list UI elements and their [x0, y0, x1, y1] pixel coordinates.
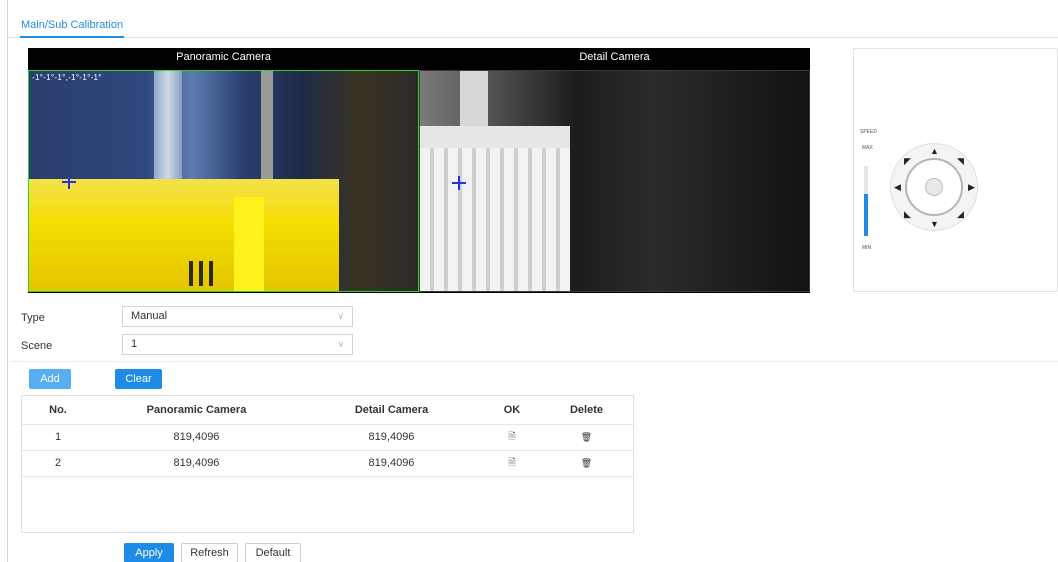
calibration-table: No. Panoramic Camera Detail Camera OK De…	[21, 395, 634, 533]
left-arrow-icon[interactable]: ◀	[894, 183, 901, 192]
trash-icon[interactable]: 🗑	[581, 432, 592, 443]
cell-panoramic-camera: 819,4096	[94, 424, 299, 451]
cell-delete: 🗑	[540, 450, 633, 477]
down-left-arrow-icon[interactable]: ◣	[904, 210, 911, 219]
right-arrow-icon[interactable]: ▶	[968, 183, 975, 192]
scene-label: Scene	[21, 340, 53, 352]
crate-slot	[199, 261, 203, 286]
table-row: 2 819,4096 819,4096 🗎 🗑	[22, 450, 633, 477]
ptz-control-panel: SPEED MAX MIN ▲ ▼ ◀ ▶ ◤ ◥ ◣ ◢	[853, 48, 1058, 292]
column-header-delete: Delete	[540, 396, 633, 425]
yellow-handle	[234, 197, 264, 291]
osd-overlay-text: -1°-1°-1°,-1°-1°-1°	[32, 73, 102, 82]
ptz-direction-pad[interactable]: ▲ ▼ ◀ ▶ ◤ ◥ ◣ ◢	[890, 143, 978, 231]
panoramic-camera-view[interactable]: -1°-1°-1°,-1°-1°-1°	[28, 70, 419, 292]
apply-button[interactable]: Apply	[124, 543, 174, 562]
panoramic-camera-title: Panoramic Camera	[176, 51, 271, 63]
cell-ok: 🗎	[484, 450, 540, 477]
add-button[interactable]: Add	[29, 369, 71, 389]
table-row: 1 819,4096 819,4096 🗎 🗑	[22, 424, 633, 451]
column-header-no: No.	[22, 396, 94, 425]
left-frame-border	[7, 0, 8, 562]
default-button[interactable]: Default	[245, 543, 301, 562]
column-header-ok: OK	[484, 396, 540, 425]
white-crate	[420, 126, 570, 291]
type-label: Type	[21, 312, 45, 324]
up-right-arrow-icon[interactable]: ◥	[957, 157, 964, 166]
cell-no: 2	[22, 450, 94, 477]
cell-ok: 🗎	[484, 424, 540, 451]
calibration-point-marker[interactable]	[62, 175, 76, 189]
speed-min-label: MIN	[862, 245, 872, 251]
refresh-button[interactable]: Refresh	[181, 543, 238, 562]
type-select[interactable]: Manual ∨	[122, 306, 353, 327]
cell-detail-camera: 819,4096	[299, 450, 484, 477]
save-icon[interactable]: 🗎	[508, 429, 515, 445]
yellow-crate	[29, 179, 339, 291]
scene-select[interactable]: 1 ∨	[122, 334, 353, 355]
column-header-panoramic-camera: Panoramic Camera	[94, 396, 299, 425]
speed-slider[interactable]	[864, 166, 868, 236]
clear-button[interactable]: Clear	[115, 369, 162, 389]
column-header-detail-camera: Detail Camera	[299, 396, 484, 425]
speed-label: SPEED	[860, 129, 877, 135]
ptz-inner-ring	[905, 158, 963, 216]
type-select-value: Manual	[131, 310, 168, 322]
table-header-row: No. Panoramic Camera Detail Camera OK De…	[22, 396, 633, 425]
up-left-arrow-icon[interactable]: ◤	[904, 157, 911, 166]
cell-panoramic-camera: 819,4096	[94, 450, 299, 477]
white-crate-rim	[420, 126, 570, 148]
cell-detail-camera: 819,4096	[299, 424, 484, 451]
section-divider	[10, 361, 1058, 362]
save-icon[interactable]: 🗎	[508, 455, 515, 471]
down-right-arrow-icon[interactable]: ◢	[957, 210, 964, 219]
ptz-center-button[interactable]	[925, 178, 943, 196]
chevron-down-icon: ∨	[337, 339, 344, 349]
speed-slider-fill	[864, 194, 868, 236]
tab-bar: Main/Sub Calibration	[8, 0, 1058, 38]
scene-select-value: 1	[131, 338, 138, 350]
calibration-point-marker[interactable]	[452, 176, 466, 190]
tab-main-sub-calibration[interactable]: Main/Sub Calibration	[20, 16, 125, 38]
up-arrow-icon[interactable]: ▲	[930, 147, 939, 156]
crate-slot	[209, 261, 213, 286]
detail-camera-title: Detail Camera	[579, 51, 650, 63]
pillar	[460, 71, 488, 131]
trash-icon[interactable]: 🗑	[581, 458, 592, 469]
detail-camera-view[interactable]	[419, 70, 810, 292]
crate-slot	[189, 261, 193, 286]
speed-max-label: MAX	[862, 145, 873, 151]
cell-delete: 🗑	[540, 424, 633, 451]
video-preview: Panoramic Camera Detail Camera -1°-1°-1°…	[28, 48, 810, 293]
cell-no: 1	[22, 424, 94, 451]
chevron-down-icon: ∨	[337, 311, 344, 321]
down-arrow-icon[interactable]: ▼	[930, 220, 939, 229]
